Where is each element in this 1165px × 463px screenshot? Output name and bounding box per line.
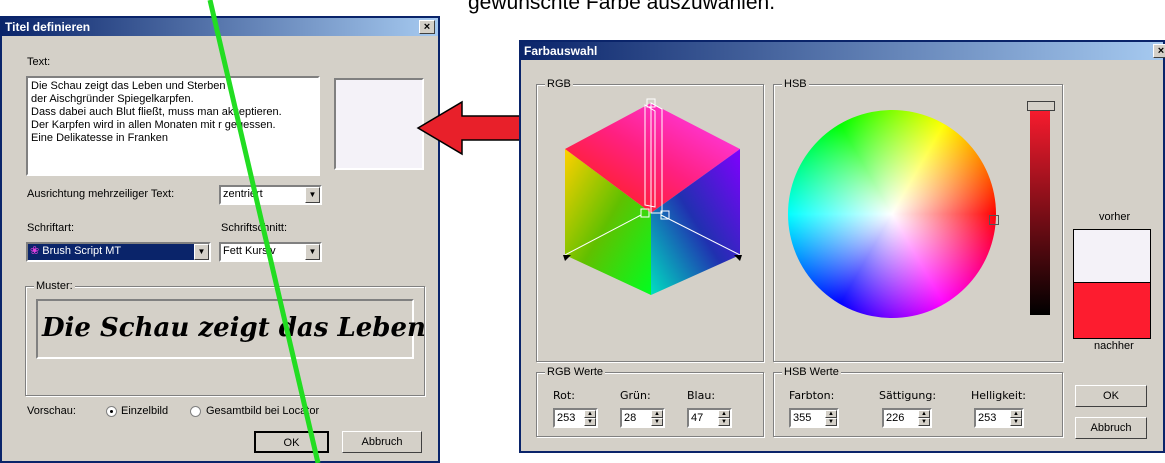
green-line-annotation	[207, 0, 321, 463]
